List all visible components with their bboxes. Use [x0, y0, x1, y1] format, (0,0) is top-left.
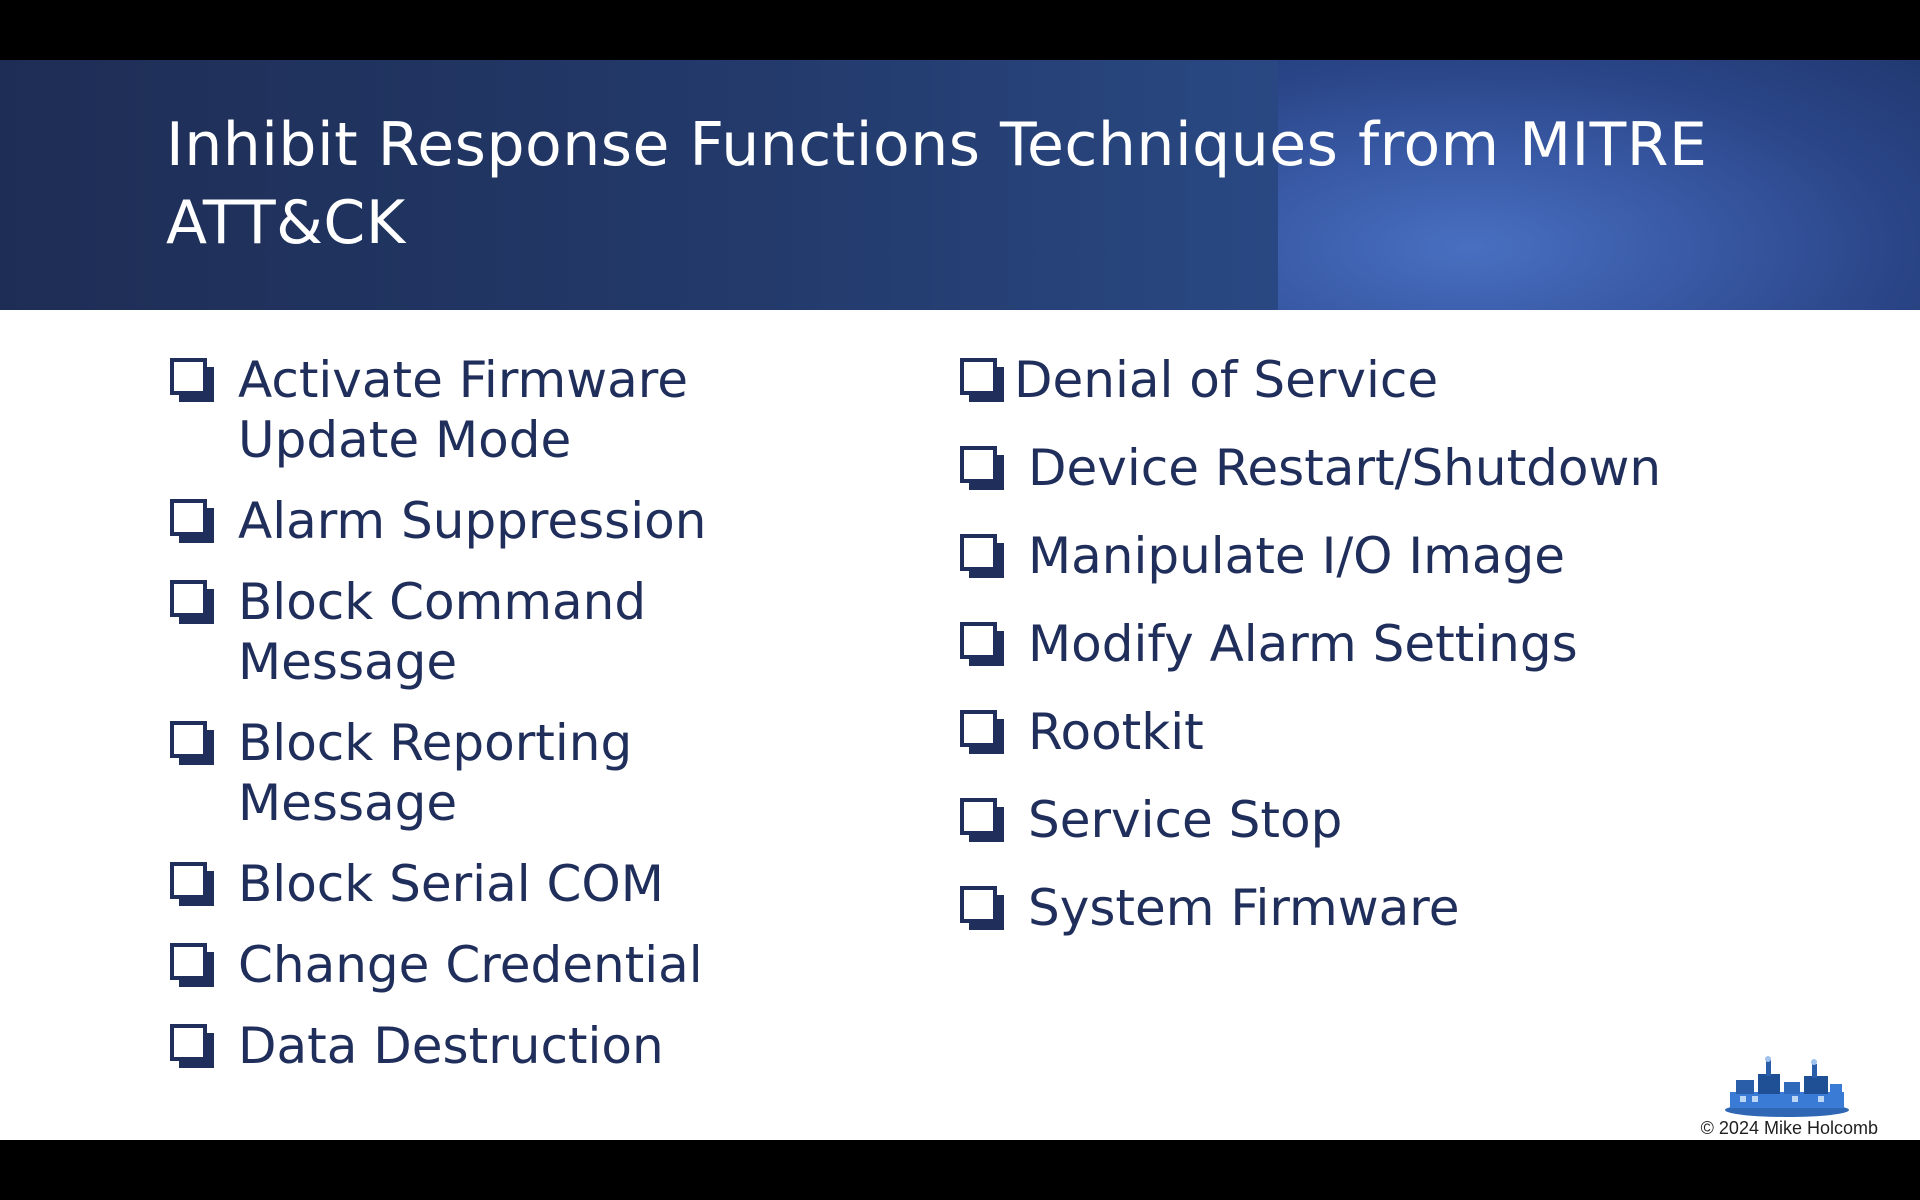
- list-item: Modify Alarm Settings: [960, 614, 1760, 674]
- list-item-label: Block Serial COM: [238, 855, 664, 913]
- checkbox-icon: [960, 534, 1004, 578]
- checkbox-icon: [170, 721, 214, 765]
- slide-title: Inhibit Response Functions Techniques fr…: [166, 110, 1708, 258]
- video-frame: Inhibit Response Functions Techniques fr…: [0, 0, 1920, 1200]
- industrial-plant-logo-icon: [1725, 1056, 1849, 1117]
- checkbox-icon: [170, 1024, 214, 1068]
- list-item-label: Change Credential: [238, 936, 703, 994]
- checkbox-icon: [960, 798, 1004, 842]
- list-item-label: Modify Alarm Settings: [1028, 615, 1578, 673]
- list-item: Block Serial COM: [170, 854, 770, 914]
- checkbox-icon: [960, 710, 1004, 754]
- letterbox-top: [0, 0, 1920, 60]
- list-item: Rootkit: [960, 702, 1760, 762]
- letterbox-bottom: [0, 1140, 1920, 1200]
- checkbox-icon: [960, 446, 1004, 490]
- list-item: Change Credential: [170, 935, 770, 995]
- checkbox-icon: [960, 358, 1004, 402]
- list-item-label: Block Command Message: [238, 573, 647, 691]
- list-item-label: Device Restart/Shutdown: [1028, 439, 1662, 497]
- list-item-label: Block Reporting Message: [238, 714, 633, 832]
- list-item-label: Denial of Service: [1014, 351, 1439, 409]
- list-item-label: Rootkit: [1028, 703, 1204, 761]
- list-item-label: Manipulate I/O Image: [1028, 527, 1566, 585]
- list-item-label: System Firmware: [1028, 879, 1460, 937]
- list-item-label: Service Stop: [1028, 791, 1343, 849]
- technique-list-right: Denial of Service Device Restart/Shutdow…: [960, 350, 1760, 966]
- list-item: System Firmware: [960, 878, 1760, 938]
- list-item: Alarm Suppression: [170, 491, 770, 551]
- title-banner: Inhibit Response Functions Techniques fr…: [0, 60, 1920, 310]
- list-item: Data Destruction: [170, 1016, 770, 1076]
- checkbox-icon: [170, 499, 214, 543]
- presentation-slide: Inhibit Response Functions Techniques fr…: [0, 60, 1920, 1140]
- list-item: Device Restart/Shutdown: [960, 438, 1760, 498]
- list-item: Block Command Message: [170, 572, 770, 692]
- list-item-label: Data Destruction: [238, 1017, 664, 1075]
- list-item: Denial of Service: [960, 350, 1760, 410]
- checkbox-icon: [960, 622, 1004, 666]
- copyright-notice: © 2024 Mike Holcomb: [1700, 1118, 1878, 1138]
- checkbox-icon: [170, 943, 214, 987]
- checkbox-icon: [170, 580, 214, 624]
- list-item: Manipulate I/O Image: [960, 526, 1760, 586]
- list-item: Service Stop: [960, 790, 1760, 850]
- checkbox-icon: [960, 886, 1004, 930]
- technique-list-left: Activate Firmware Update Mode Alarm Supp…: [170, 350, 770, 1097]
- list-item-label: Alarm Suppression: [238, 492, 707, 550]
- checkbox-icon: [170, 358, 214, 402]
- list-item-label: Activate Firmware Update Mode: [238, 351, 688, 469]
- list-item: Activate Firmware Update Mode: [170, 350, 770, 470]
- list-item: Block Reporting Message: [170, 713, 770, 833]
- checkbox-icon: [170, 862, 214, 906]
